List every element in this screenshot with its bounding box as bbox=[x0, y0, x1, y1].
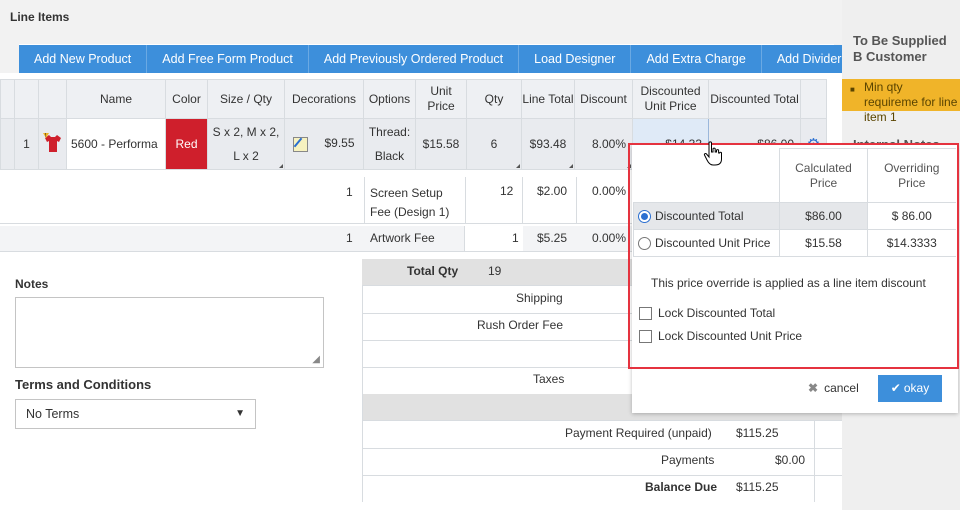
decoration-price: $9.55 bbox=[324, 136, 355, 151]
notes-textarea[interactable]: ◢ bbox=[15, 297, 324, 368]
okay-label: okay bbox=[903, 381, 930, 395]
header-qty[interactable]: Qty bbox=[466, 79, 522, 119]
decorations-cell[interactable]: $9.55 bbox=[284, 118, 364, 170]
header-cell bbox=[0, 79, 15, 119]
terms-select[interactable]: No Terms ▼ bbox=[15, 399, 256, 429]
row-number: 1 bbox=[346, 231, 353, 245]
terms-selected-value: No Terms bbox=[26, 407, 80, 421]
payment-required-value: $115.25 bbox=[736, 426, 779, 440]
warning-text: Min qty requireme for line item 1 bbox=[864, 80, 958, 124]
toolbar-spacer bbox=[0, 44, 19, 73]
shirt-icon: ! bbox=[42, 132, 61, 152]
header-discounted-total[interactable]: Discounted Total bbox=[708, 79, 801, 119]
row-handle[interactable] bbox=[0, 118, 15, 170]
payment-required-row: Payment Required (unpaid) $115.25 bbox=[362, 421, 842, 449]
size-qty[interactable]: S x 2, M x 2, L x 2 bbox=[207, 118, 285, 170]
header-cell bbox=[38, 79, 67, 119]
payments-label: Payments bbox=[661, 453, 715, 467]
chevron-down-icon: ▼ bbox=[235, 408, 245, 419]
header-discount[interactable]: Discount bbox=[574, 79, 633, 119]
line-items-toolbar: Add New Product Add Free Form Product Ad… bbox=[19, 45, 857, 73]
extra-charge-name[interactable]: Artwork Fee bbox=[370, 231, 435, 245]
product-thumbnail: ! bbox=[38, 118, 67, 170]
header-cell bbox=[14, 79, 39, 119]
edit-decoration-icon[interactable] bbox=[293, 136, 309, 152]
qty[interactable]: 6 bbox=[466, 118, 522, 170]
header-size[interactable]: Size / Qty bbox=[207, 79, 285, 119]
highlight-box bbox=[628, 143, 959, 369]
rush-fee-label: Rush Order Fee bbox=[477, 318, 564, 332]
product-color[interactable]: Red bbox=[165, 118, 208, 170]
payments-row: Payments $0.00 bbox=[362, 448, 842, 476]
hand-cursor-icon bbox=[703, 141, 722, 166]
balance-value: $115.25 bbox=[736, 480, 779, 494]
total-qty-value: 19 bbox=[488, 264, 502, 278]
header-cell bbox=[800, 79, 827, 119]
price[interactable]: $5.25 bbox=[537, 231, 567, 245]
unit-price[interactable]: $15.58 bbox=[415, 118, 467, 170]
table-row[interactable]: 1 Artwork Fee 1 $5.25 0.00% bbox=[0, 226, 632, 252]
header-color[interactable]: Color bbox=[165, 79, 208, 119]
header-discounted-unit-price[interactable]: Discounted Unit Price bbox=[632, 79, 709, 119]
header-unit-price[interactable]: Unit Price bbox=[415, 79, 467, 119]
bullet-icon: ■ bbox=[850, 85, 855, 94]
add-previously-ordered-product-button[interactable]: Add Previously Ordered Product bbox=[308, 45, 520, 73]
row-number: 1 bbox=[14, 118, 39, 170]
header-options[interactable]: Options bbox=[363, 79, 416, 119]
product-name-input[interactable]: 5600 - Performa bbox=[66, 118, 166, 170]
close-icon: ✖ bbox=[808, 381, 819, 395]
svg-text:!: ! bbox=[45, 133, 46, 139]
line-items-header bbox=[0, 0, 842, 44]
terms-label: Terms and Conditions bbox=[15, 377, 152, 392]
payment-required-label: Payment Required (unpaid) bbox=[565, 426, 712, 440]
sidebar-title: To Be Supplied B Customer bbox=[853, 33, 947, 64]
qty[interactable]: 12 bbox=[500, 184, 513, 198]
balance-label: Balance Due bbox=[645, 480, 718, 494]
discount[interactable]: 0.00% bbox=[592, 184, 626, 198]
header-decorations[interactable]: Decorations bbox=[284, 79, 364, 119]
table-row[interactable]: 1 Screen Setup Fee (Design 1) 12 $2.00 0… bbox=[0, 177, 632, 224]
header-name[interactable]: Name bbox=[66, 79, 166, 119]
table-header-row: Name Color Size / Qty Decorations Option… bbox=[0, 79, 827, 119]
okay-button[interactable]: ✔ okay bbox=[878, 375, 942, 402]
warning-badge: ■ Min qty requireme for line item 1 bbox=[842, 79, 960, 124]
row-number: 1 bbox=[346, 185, 353, 199]
load-designer-button[interactable]: Load Designer bbox=[519, 45, 632, 73]
discount[interactable]: 8.00% bbox=[574, 118, 633, 170]
balance-row: Balance Due $115.25 bbox=[362, 475, 842, 502]
add-free-form-product-button[interactable]: Add Free Form Product bbox=[147, 45, 309, 73]
line-total[interactable]: $93.48 bbox=[521, 118, 575, 170]
cancel-label: cancel bbox=[824, 381, 859, 395]
taxes-label: Taxes bbox=[533, 372, 565, 386]
payments-value: $0.00 bbox=[775, 453, 806, 467]
price[interactable]: $2.00 bbox=[537, 184, 567, 198]
cancel-button[interactable]: ✖ cancel bbox=[808, 375, 870, 402]
extra-charge-name[interactable]: Screen Setup Fee (Design 1) bbox=[370, 184, 462, 222]
header-line-total[interactable]: Line Total bbox=[521, 79, 575, 119]
add-extra-charge-button[interactable]: Add Extra Charge bbox=[631, 45, 762, 73]
shipping-label: Shipping bbox=[516, 291, 563, 305]
resize-grip-icon[interactable]: ◢ bbox=[312, 354, 320, 365]
qty[interactable]: 1 bbox=[512, 231, 519, 245]
section-title: Line Items bbox=[10, 10, 70, 24]
option-thread[interactable]: Thread: Black bbox=[363, 118, 416, 170]
total-qty-label: Total Qty bbox=[407, 264, 459, 278]
discount[interactable]: 0.00% bbox=[592, 231, 626, 245]
notes-label: Notes bbox=[15, 277, 49, 291]
add-new-product-button[interactable]: Add New Product bbox=[19, 45, 148, 73]
check-icon: ✔ bbox=[890, 381, 901, 395]
